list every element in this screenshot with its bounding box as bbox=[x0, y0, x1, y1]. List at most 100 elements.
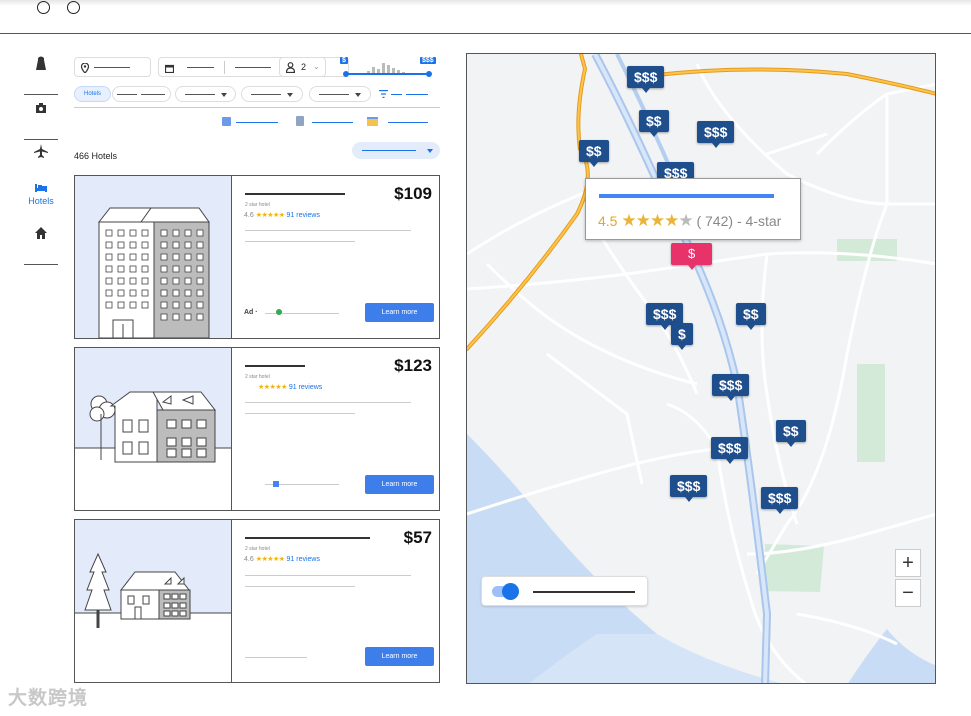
all-filters-button[interactable] bbox=[377, 86, 439, 102]
tooltip-rating: 4.5 ★★★★★ ( 742) - 4-star bbox=[598, 211, 781, 231]
reviews-link[interactable]: 91 reviews bbox=[289, 384, 322, 391]
view-option[interactable] bbox=[220, 116, 282, 128]
chrome-shadow bbox=[0, 0, 971, 6]
chip-filter[interactable] bbox=[112, 86, 171, 102]
airplane-icon bbox=[34, 144, 48, 158]
tooltip-reviews: ( 742) bbox=[696, 213, 734, 229]
chip-filter[interactable] bbox=[241, 86, 303, 102]
hotel-card[interactable]: $57 2 star hotel 4.6 ★★★★★ 91 reviews Le… bbox=[74, 519, 440, 683]
map-price-pin[interactable]: $$ bbox=[639, 110, 669, 137]
zoom-out-button[interactable]: − bbox=[895, 579, 921, 607]
hotel-price: $123 bbox=[394, 356, 432, 375]
map-price-pin[interactable]: $$$ bbox=[712, 374, 750, 401]
rail-explore[interactable] bbox=[22, 55, 60, 95]
zoom-in-button[interactable]: + bbox=[895, 549, 921, 577]
learn-more-button[interactable]: Learn more bbox=[365, 475, 434, 494]
rating-stars: ★★★★★ bbox=[258, 384, 287, 391]
hotel-class: 2 star hotel bbox=[245, 546, 270, 552]
learn-more-button[interactable]: Learn more bbox=[365, 647, 434, 666]
map-price-pin[interactable]: $$ bbox=[736, 303, 766, 330]
map-price-pin[interactable]: $$$ bbox=[646, 303, 684, 330]
location-pin-icon bbox=[81, 63, 89, 73]
map-price-pin-selected[interactable]: $ bbox=[671, 243, 713, 270]
rail-hotels[interactable]: Hotels bbox=[22, 179, 60, 219]
reviews-link[interactable]: 91 reviews bbox=[287, 556, 320, 563]
window-chrome bbox=[0, 0, 971, 34]
hotel-name[interactable] bbox=[245, 365, 305, 367]
house-illustration bbox=[75, 348, 231, 510]
rail-things-to-do[interactable] bbox=[22, 100, 60, 140]
toggle-knob[interactable] bbox=[502, 583, 519, 600]
rail-underline bbox=[24, 139, 58, 140]
rating-stars: ★★★★★ bbox=[255, 212, 285, 219]
calendar-icon bbox=[165, 64, 174, 73]
rating-value: 4.6 bbox=[244, 556, 254, 563]
home-icon bbox=[35, 227, 47, 239]
rating-value: 4.6 bbox=[244, 212, 254, 219]
rail-underline bbox=[24, 94, 58, 95]
hotel-card[interactable]: $123 2 star hotel ★★★★★ 91 reviews Learn… bbox=[74, 347, 440, 511]
advertiser-logo-icon bbox=[276, 309, 282, 315]
hotel-view-icon bbox=[222, 117, 231, 126]
tooltip-hotel-name bbox=[599, 194, 774, 198]
rail-vacation-rentals[interactable] bbox=[22, 225, 60, 265]
rail-flights[interactable] bbox=[22, 143, 60, 183]
location-field[interactable] bbox=[74, 57, 151, 77]
map-price-pin[interactable]: $$$ bbox=[670, 475, 708, 502]
sort-dropdown[interactable] bbox=[352, 142, 440, 159]
chip-hotels[interactable]: Hotels bbox=[74, 86, 111, 102]
caret-down-icon bbox=[221, 93, 227, 97]
caret-down-icon bbox=[287, 93, 293, 97]
hotel-price: $109 bbox=[394, 184, 432, 203]
advertiser-logo-icon bbox=[273, 481, 279, 487]
tooltip-stars: ★★★★★ bbox=[621, 211, 693, 230]
map-price-pin[interactable]: $ bbox=[671, 323, 693, 350]
tooltip-rating-value: 4.5 bbox=[598, 213, 618, 229]
chip-filter[interactable] bbox=[175, 86, 236, 102]
chip-filter[interactable] bbox=[309, 86, 371, 102]
view-option[interactable] bbox=[366, 116, 430, 128]
window-control[interactable] bbox=[67, 1, 80, 14]
results-count: 466 Hotels bbox=[74, 151, 118, 161]
map-panel[interactable]: $$$ $$ $$$ $$ $$$ $ $$$ $ $$ $$$ $$$ $$ … bbox=[466, 53, 936, 684]
map-price-pin[interactable]: $$ bbox=[776, 420, 806, 447]
window-control[interactable] bbox=[37, 1, 50, 14]
rail-underline bbox=[24, 264, 58, 265]
map-price-pin[interactable]: $$$ bbox=[697, 121, 735, 148]
map-price-pin[interactable]: $$ bbox=[579, 140, 609, 167]
hotel-rating: ★★★★★ 91 reviews bbox=[258, 383, 322, 391]
learn-more-button[interactable]: Learn more bbox=[365, 303, 434, 322]
rating-stars: ★★★★★ bbox=[255, 556, 285, 563]
hotel-name[interactable] bbox=[245, 193, 345, 195]
star-filled-icon: ★★★★ bbox=[621, 211, 679, 230]
bag-icon bbox=[36, 56, 46, 70]
caret-down-icon bbox=[427, 149, 433, 153]
hotel-photo bbox=[75, 520, 232, 682]
hotel-name[interactable] bbox=[245, 537, 370, 539]
guests-count: 2 bbox=[301, 62, 307, 72]
search-as-map-moves-toggle[interactable] bbox=[481, 576, 648, 606]
view-option[interactable] bbox=[293, 116, 357, 128]
hotel-rating: 4.6 ★★★★★ 91 reviews bbox=[244, 555, 320, 563]
toggle-label bbox=[533, 591, 635, 593]
filter-lines-icon bbox=[379, 90, 388, 98]
guests-field[interactable]: 2 ⌄ bbox=[279, 57, 326, 77]
hotel-photo bbox=[75, 348, 232, 510]
hotel-rating: 4.6 ★★★★★ 91 reviews bbox=[244, 211, 320, 219]
chevron-down-icon: ⌄ bbox=[313, 62, 320, 71]
map-price-pin[interactable]: $$$ bbox=[761, 487, 799, 514]
hotel-tooltip[interactable]: 4.5 ★★★★★ ( 742) - 4-star bbox=[585, 178, 801, 240]
reviews-link[interactable]: 91 reviews bbox=[287, 212, 320, 219]
camera-icon bbox=[36, 103, 46, 113]
map-price-pin[interactable]: $$$ bbox=[711, 437, 749, 464]
hotel-card[interactable]: $109 2 star hotel 4.6 ★★★★★ 91 reviews A… bbox=[74, 175, 440, 339]
watermark: 大数跨境 bbox=[8, 688, 89, 709]
ad-label: Ad · bbox=[244, 309, 258, 316]
slider-handle-min[interactable] bbox=[343, 71, 349, 77]
tooltip-class: - 4-star bbox=[736, 213, 782, 229]
hotel-class: 2 star hotel bbox=[245, 374, 270, 380]
price-slider[interactable]: $ $$$ bbox=[338, 57, 441, 79]
map-price-pin[interactable]: $$$ bbox=[627, 66, 665, 93]
slider-handle-max[interactable] bbox=[426, 71, 432, 77]
house-illustration bbox=[75, 520, 231, 682]
